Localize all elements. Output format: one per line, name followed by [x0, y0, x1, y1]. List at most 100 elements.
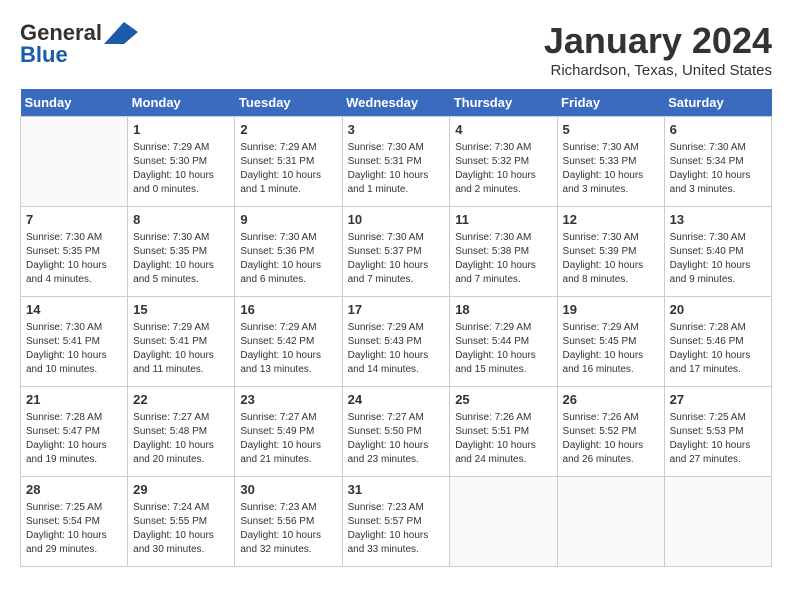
day-number: 17	[348, 301, 445, 319]
calendar-week-row: 28 Sunrise: 7:25 AM Sunset: 5:54 PM Dayli…	[21, 477, 772, 567]
day-info: Sunrise: 7:30 AM Sunset: 5:38 PM Dayligh…	[455, 231, 551, 287]
calendar-cell: 19 Sunrise: 7:29 AM Sunset: 5:45 PM Dayli…	[557, 297, 664, 387]
day-number: 19	[563, 301, 659, 319]
calendar-cell: 4 Sunrise: 7:30 AM Sunset: 5:32 PM Daylig…	[450, 117, 557, 207]
day-info: Sunrise: 7:30 AM Sunset: 5:39 PM Dayligh…	[563, 231, 659, 287]
day-info: Sunrise: 7:30 AM Sunset: 5:31 PM Dayligh…	[348, 141, 445, 197]
day-info: Sunrise: 7:29 AM Sunset: 5:43 PM Dayligh…	[348, 321, 445, 377]
day-info: Sunrise: 7:24 AM Sunset: 5:55 PM Dayligh…	[133, 501, 229, 557]
calendar-week-row: 14 Sunrise: 7:30 AM Sunset: 5:41 PM Dayli…	[21, 297, 772, 387]
calendar-cell: 25 Sunrise: 7:26 AM Sunset: 5:51 PM Dayli…	[450, 387, 557, 477]
title-block: January 2024 Richardson, Texas, United S…	[544, 20, 772, 79]
day-info: Sunrise: 7:30 AM Sunset: 5:33 PM Dayligh…	[563, 141, 659, 197]
logo: General Blue	[20, 20, 138, 68]
day-number: 1	[133, 121, 229, 139]
day-number: 27	[670, 391, 766, 409]
day-info: Sunrise: 7:27 AM Sunset: 5:48 PM Dayligh…	[133, 411, 229, 467]
calendar-body: 1 Sunrise: 7:29 AM Sunset: 5:30 PM Daylig…	[21, 117, 772, 567]
weekday-header: Wednesday	[342, 89, 450, 117]
calendar-header-row: SundayMondayTuesdayWednesdayThursdayFrid…	[21, 89, 772, 117]
calendar-cell	[664, 477, 771, 567]
calendar-cell: 20Sunrise: 7:28 AM Sunset: 5:46 PM Dayli…	[664, 297, 771, 387]
day-number: 20	[670, 301, 766, 319]
calendar-cell: 1 Sunrise: 7:29 AM Sunset: 5:30 PM Daylig…	[128, 117, 235, 207]
day-info: Sunrise: 7:29 AM Sunset: 5:41 PM Dayligh…	[133, 321, 229, 377]
day-number: 24	[348, 391, 445, 409]
day-info: Sunrise: 7:29 AM Sunset: 5:44 PM Dayligh…	[455, 321, 551, 377]
day-info: Sunrise: 7:27 AM Sunset: 5:49 PM Dayligh…	[240, 411, 336, 467]
day-number: 23	[240, 391, 336, 409]
calendar-cell	[557, 477, 664, 567]
page-header: General Blue January 2024 Richardson, Te…	[20, 20, 772, 79]
day-number: 15	[133, 301, 229, 319]
day-number: 4	[455, 121, 551, 139]
day-info: Sunrise: 7:29 AM Sunset: 5:31 PM Dayligh…	[240, 141, 336, 197]
calendar-cell: 10Sunrise: 7:30 AM Sunset: 5:37 PM Dayli…	[342, 207, 450, 297]
calendar-cell: 5Sunrise: 7:30 AM Sunset: 5:33 PM Daylig…	[557, 117, 664, 207]
day-info: Sunrise: 7:30 AM Sunset: 5:32 PM Dayligh…	[455, 141, 551, 197]
calendar-cell: 16 Sunrise: 7:29 AM Sunset: 5:42 PM Dayli…	[235, 297, 342, 387]
calendar-cell: 18 Sunrise: 7:29 AM Sunset: 5:44 PM Dayli…	[450, 297, 557, 387]
day-number: 8	[133, 211, 229, 229]
day-number: 16	[240, 301, 336, 319]
day-info: Sunrise: 7:30 AM Sunset: 5:36 PM Dayligh…	[240, 231, 336, 287]
calendar-week-row: 21 Sunrise: 7:28 AM Sunset: 5:47 PM Dayli…	[21, 387, 772, 477]
day-info: Sunrise: 7:23 AM Sunset: 5:57 PM Dayligh…	[348, 501, 445, 557]
weekday-header: Monday	[128, 89, 235, 117]
weekday-header: Saturday	[664, 89, 771, 117]
calendar-cell: 24 Sunrise: 7:27 AM Sunset: 5:50 PM Dayli…	[342, 387, 450, 477]
day-number: 11	[455, 211, 551, 229]
day-number: 9	[240, 211, 336, 229]
weekday-header: Thursday	[450, 89, 557, 117]
day-number: 18	[455, 301, 551, 319]
day-info: Sunrise: 7:25 AM Sunset: 5:53 PM Dayligh…	[670, 411, 766, 467]
day-info: Sunrise: 7:30 AM Sunset: 5:41 PM Dayligh…	[26, 321, 122, 377]
calendar-week-row: 7 Sunrise: 7:30 AM Sunset: 5:35 PM Daylig…	[21, 207, 772, 297]
calendar-cell: 15 Sunrise: 7:29 AM Sunset: 5:41 PM Dayli…	[128, 297, 235, 387]
day-info: Sunrise: 7:27 AM Sunset: 5:50 PM Dayligh…	[348, 411, 445, 467]
calendar-cell: 13 Sunrise: 7:30 AM Sunset: 5:40 PM Dayli…	[664, 207, 771, 297]
day-number: 6	[670, 121, 766, 139]
day-number: 21	[26, 391, 122, 409]
calendar-cell: 23 Sunrise: 7:27 AM Sunset: 5:49 PM Dayli…	[235, 387, 342, 477]
day-number: 2	[240, 121, 336, 139]
day-number: 30	[240, 481, 336, 499]
calendar-cell: 14 Sunrise: 7:30 AM Sunset: 5:41 PM Dayli…	[21, 297, 128, 387]
calendar-cell: 26Sunrise: 7:26 AM Sunset: 5:52 PM Dayli…	[557, 387, 664, 477]
day-info: Sunrise: 7:29 AM Sunset: 5:45 PM Dayligh…	[563, 321, 659, 377]
logo-blue: Blue	[20, 42, 68, 68]
calendar-cell: 3 Sunrise: 7:30 AM Sunset: 5:31 PM Daylig…	[342, 117, 450, 207]
day-number: 29	[133, 481, 229, 499]
calendar-cell	[450, 477, 557, 567]
calendar-cell: 29 Sunrise: 7:24 AM Sunset: 5:55 PM Dayli…	[128, 477, 235, 567]
day-info: Sunrise: 7:28 AM Sunset: 5:47 PM Dayligh…	[26, 411, 122, 467]
calendar-cell: 7Sunrise: 7:30 AM Sunset: 5:35 PM Daylig…	[21, 207, 128, 297]
day-number: 7	[26, 211, 122, 229]
day-number: 28	[26, 481, 122, 499]
day-info: Sunrise: 7:25 AM Sunset: 5:54 PM Dayligh…	[26, 501, 122, 557]
day-number: 12	[563, 211, 659, 229]
day-info: Sunrise: 7:29 AM Sunset: 5:42 PM Dayligh…	[240, 321, 336, 377]
day-info: Sunrise: 7:23 AM Sunset: 5:56 PM Dayligh…	[240, 501, 336, 557]
day-number: 25	[455, 391, 551, 409]
location: Richardson, Texas, United States	[544, 62, 772, 79]
day-number: 14	[26, 301, 122, 319]
calendar-cell: 17 Sunrise: 7:29 AM Sunset: 5:43 PM Dayli…	[342, 297, 450, 387]
day-info: Sunrise: 7:26 AM Sunset: 5:52 PM Dayligh…	[563, 411, 659, 467]
weekday-header: Friday	[557, 89, 664, 117]
calendar-week-row: 1 Sunrise: 7:29 AM Sunset: 5:30 PM Daylig…	[21, 117, 772, 207]
day-info: Sunrise: 7:30 AM Sunset: 5:37 PM Dayligh…	[348, 231, 445, 287]
calendar-cell: 27 Sunrise: 7:25 AM Sunset: 5:53 PM Dayli…	[664, 387, 771, 477]
weekday-header: Tuesday	[235, 89, 342, 117]
calendar-cell: 11 Sunrise: 7:30 AM Sunset: 5:38 PM Dayli…	[450, 207, 557, 297]
day-info: Sunrise: 7:30 AM Sunset: 5:40 PM Dayligh…	[670, 231, 766, 287]
day-number: 13	[670, 211, 766, 229]
calendar-cell: 21 Sunrise: 7:28 AM Sunset: 5:47 PM Dayli…	[21, 387, 128, 477]
day-info: Sunrise: 7:26 AM Sunset: 5:51 PM Dayligh…	[455, 411, 551, 467]
day-number: 3	[348, 121, 445, 139]
month-title: January 2024	[544, 20, 772, 62]
day-info: Sunrise: 7:30 AM Sunset: 5:35 PM Dayligh…	[133, 231, 229, 287]
day-info: Sunrise: 7:29 AM Sunset: 5:30 PM Dayligh…	[133, 141, 229, 197]
day-info: Sunrise: 7:30 AM Sunset: 5:34 PM Dayligh…	[670, 141, 766, 197]
weekday-header: Sunday	[21, 89, 128, 117]
